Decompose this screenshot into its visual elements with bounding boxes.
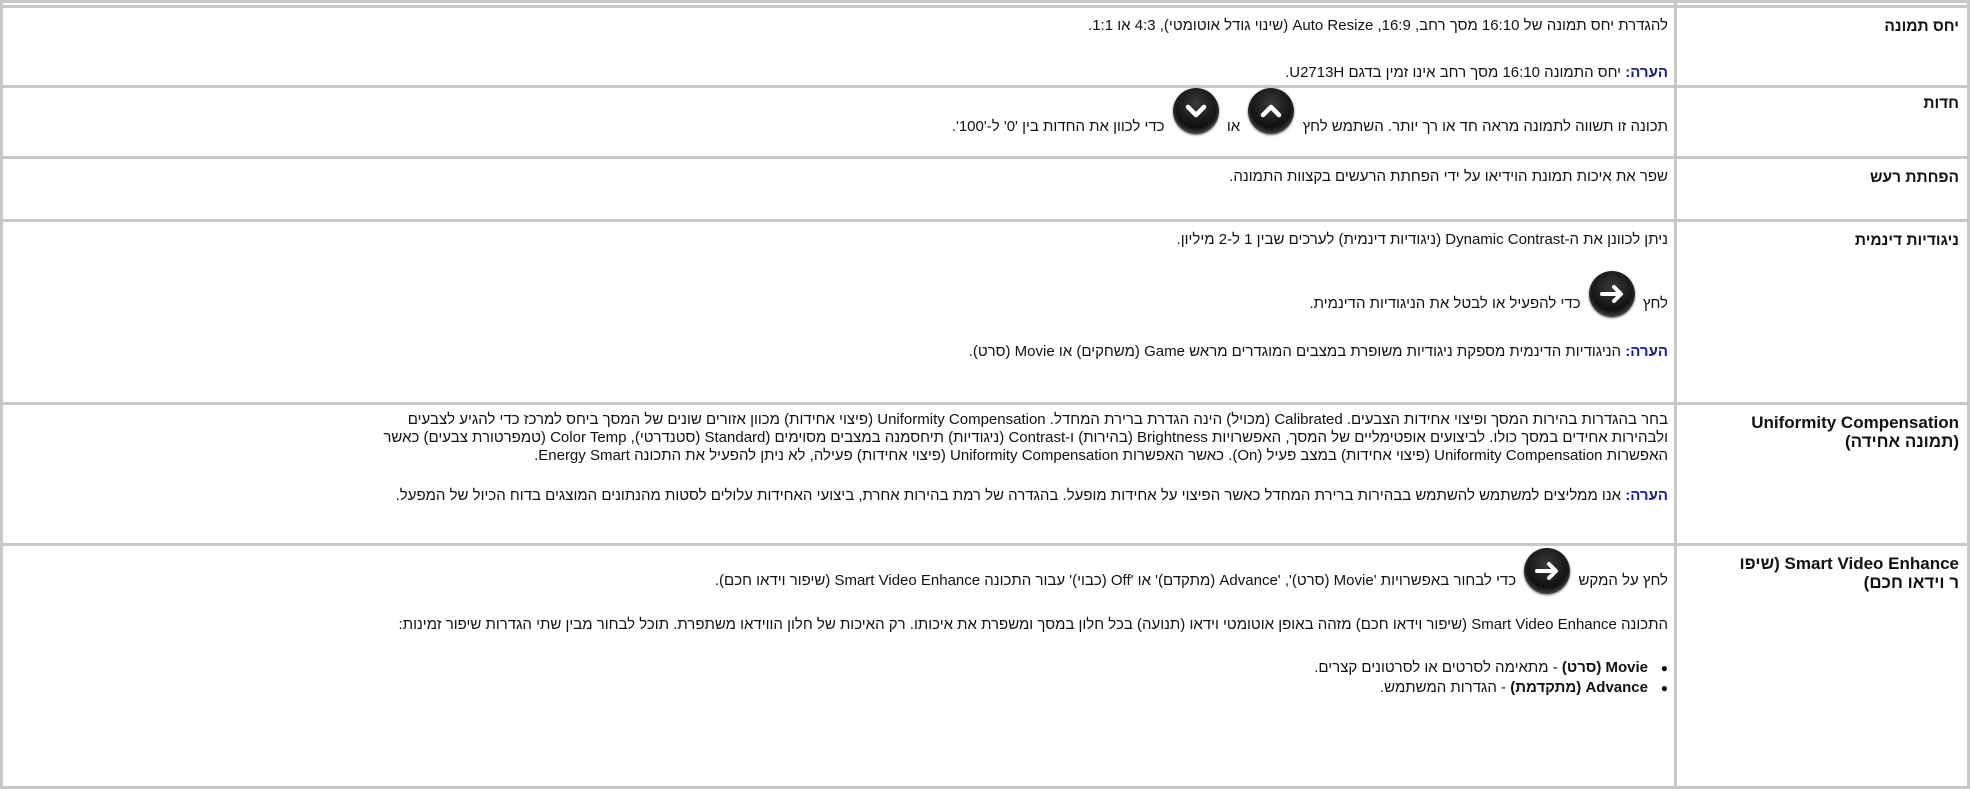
arrow-right-circle-icon <box>1588 271 1635 317</box>
press-key-text: לחץ על המקש <box>1578 571 1668 589</box>
row-dynamic-contrast: ניגודיות דינמית ניתן לכוונן את ה-Dynamic… <box>0 219 1970 405</box>
sharpness-label: חדות <box>1923 95 1959 112</box>
noise-reduction-description: שפר את איכות תמונת הוידיאו על ידי הפחתת … <box>1229 168 1668 185</box>
row-noise-reduction: הפחתת רעש שפר את איכות תמונת הוידיאו על … <box>0 156 1970 222</box>
note-label: הערה: <box>1625 487 1668 504</box>
note-label: הערה: <box>1625 64 1668 81</box>
option-advance-description: - הגדרות המשתמש. <box>1380 679 1511 696</box>
aspect-ratio-description: להגדרת יחס תמונה של 16:10 מסך רחב, 16:9,… <box>1088 17 1668 34</box>
chevron-down-icon <box>1172 88 1219 134</box>
smart-video-label-line1: Smart Video Enhance (שיפו <box>1739 554 1959 573</box>
uniformity-label-he: (תמונה אחידה) <box>1844 432 1959 451</box>
row-label: יחס תמונה <box>1674 5 1970 88</box>
note-label: הערה: <box>1625 343 1668 360</box>
option-movie-description: - מתאימה לסרטים או לסרטונים קצרים. <box>1314 659 1562 676</box>
noise-reduction-label: הפחתת רעש <box>1870 169 1959 186</box>
sharpness-text-a: תכונה זו תשווה לתמונה מראה חד או רך יותר… <box>1302 117 1668 135</box>
uniformity-line-2: ולבהירות אחידים במסך כולו. לביצועים אופט… <box>383 429 1668 446</box>
smart-video-label-line2: ר וידאו חכם) <box>1863 573 1959 592</box>
smart-video-label: Smart Video Enhance (שיפו ר וידאו חכם) <box>1677 546 1967 592</box>
smart-video-instruction: לחץ על המקש כדי לבחור באפשרויות 'Movie (… <box>3 546 1674 594</box>
uniformity-line-3: האפשרות Uniformity Compensation (פיצוי א… <box>534 447 1668 464</box>
row-uniformity-compensation: Uniformity Compensation (תמונה אחידה) בח… <box>0 402 1970 546</box>
uniformity-line-1: בחר בהגדרות בהירות המסך ופיצוי אחידות הצ… <box>407 411 1668 428</box>
note-text: הניגודיות הדינמית מספקת ניגודיות משופרת … <box>968 343 1622 360</box>
option-advance-label: Advance (מתקדמת) <box>1510 679 1648 696</box>
dynamic-contrast-instruction: לחץ כדי להפעיל או לבטל את הניגודיות הדינ… <box>3 249 1674 317</box>
uniformity-label: Uniformity Compensation (תמונה אחידה) <box>1677 405 1967 451</box>
smart-video-description: התכונה Smart Video Enhance (שיפור וידאו … <box>398 616 1668 633</box>
note-text: אנו ממליצים למשתמש להשתמש בבהירות ברירת … <box>395 487 1622 504</box>
smart-video-options-list: Movie (סרט) - מתאימה לסרטים או לסרטונים … <box>3 634 1674 698</box>
note-text: יחס התמונה 16:10 מסך רחב אינו זמין בדגם … <box>1285 64 1622 81</box>
uniformity-note: הערה: אנו ממליצים למשתמש להשתמש בבהירות … <box>3 465 1674 505</box>
sharpness-text-b: כדי לכוון את החדות בין '0' ל-'100'. <box>951 117 1165 135</box>
dynamic-contrast-description: ניתן לכוונן את ה-Dynamic Contrast (ניגוד… <box>1176 231 1668 248</box>
sharpness-description: תכונה זו תשווה לתמונה מראה חד או רך יותר… <box>3 88 1674 138</box>
osd-settings-page: יחס תמונה להגדרת יחס תמונה של 16:10 מסך … <box>0 0 1970 789</box>
row-smart-video-enhance: Smart Video Enhance (שיפו ר וידאו חכם) ל… <box>0 543 1970 789</box>
option-movie-label: Movie (סרט) <box>1561 659 1648 676</box>
list-item: Advance (מתקדמת) - הגדרות המשתמש. <box>3 678 1674 698</box>
press-text: לחץ <box>1642 294 1668 312</box>
sharpness-text-or: או <box>1226 117 1241 135</box>
settings-table: יחס תמונה להגדרת יחס תמונה של 16:10 מסך … <box>0 0 1970 789</box>
smart-video-options-text: כדי לבחור באפשרויות 'Movie (סרט)', 'Adva… <box>714 571 1517 589</box>
aspect-ratio-label: יחס תמונה <box>1884 18 1959 35</box>
dynamic-contrast-toggle-text: כדי להפעיל או לבטל את הניגודיות הדינמית. <box>1309 294 1581 312</box>
dynamic-contrast-note: הערה: הניגודיות הדינמית מספקת ניגודיות מ… <box>3 317 1674 361</box>
arrow-right-circle-icon <box>1524 548 1571 594</box>
row-content: להגדרת יחס תמונה של 16:10 מסך רחב, 16:9,… <box>0 5 1677 88</box>
dynamic-contrast-label: ניגודיות דינמית <box>1854 232 1959 249</box>
chevron-up-icon <box>1248 88 1295 134</box>
list-item: Movie (סרט) - מתאימה לסרטים או לסרטונים … <box>3 658 1674 678</box>
row-aspect-ratio: יחס תמונה להגדרת יחס תמונה של 16:10 מסך … <box>0 5 1970 88</box>
uniformity-label-en: Uniformity Compensation <box>1751 413 1959 432</box>
aspect-ratio-note: הערה: יחס התמונה 16:10 מסך רחב אינו זמין… <box>3 35 1674 82</box>
row-sharpness: חדות תכונה זו תשווה לתמונה מראה חד או רך… <box>0 85 1970 159</box>
